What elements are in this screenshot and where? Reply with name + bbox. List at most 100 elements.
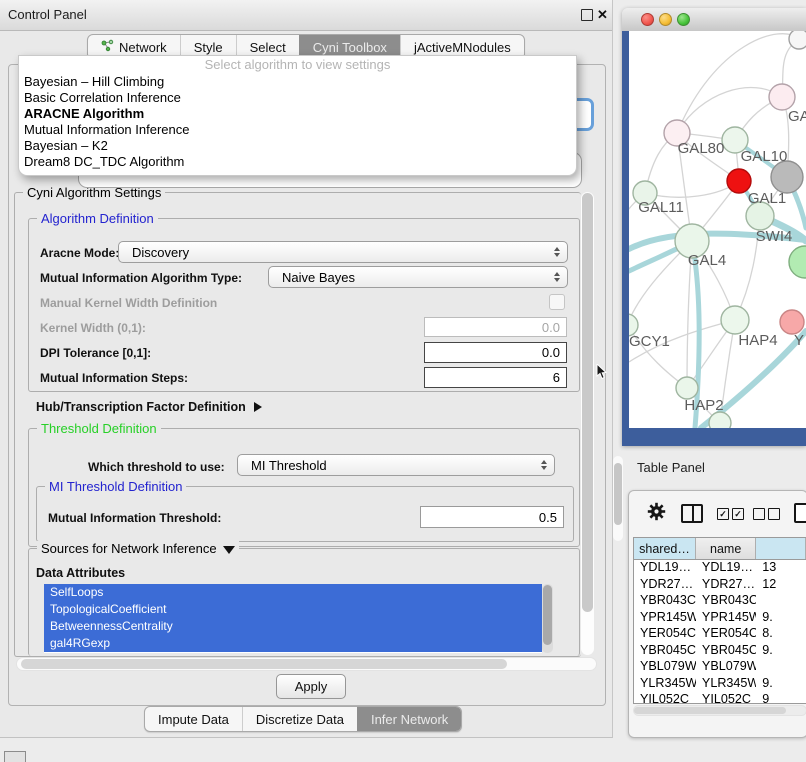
attribute-item-topologicalcoefficient[interactable]: TopologicalCoefficient bbox=[44, 601, 542, 618]
settings-vscrollbar-thumb[interactable] bbox=[582, 193, 593, 612]
network-edge[interactable] bbox=[677, 34, 799, 133]
mi-threshold-input[interactable]: 0.5 bbox=[420, 506, 564, 528]
apply-button[interactable]: Apply bbox=[276, 674, 346, 699]
mi-threshold-definition-legend: MI Threshold Definition bbox=[45, 479, 186, 494]
node-label: GAL bbox=[788, 108, 806, 125]
algorithm-option-mutual-information-inference[interactable]: Mutual Information Inference bbox=[19, 122, 576, 138]
float-window-icon[interactable] bbox=[581, 9, 593, 21]
table-cell: YBR043C bbox=[696, 593, 756, 610]
split-panel-icon[interactable] bbox=[681, 504, 703, 523]
gear-icon[interactable] bbox=[647, 502, 666, 521]
new-table-icon-partial[interactable] bbox=[794, 503, 806, 523]
tab-network-label: Network bbox=[119, 40, 167, 55]
table-cell: YIL052C bbox=[634, 692, 696, 704]
network-node[interactable] bbox=[789, 246, 806, 278]
table-row[interactable]: YBL079WYBL079W bbox=[634, 659, 806, 676]
control-panel-title: Control Panel bbox=[8, 0, 87, 30]
table-cell: 8. bbox=[756, 626, 806, 643]
hub-tf-definition-expander[interactable]: Hub/Transcription Factor Definition bbox=[36, 400, 262, 414]
network-edge[interactable] bbox=[645, 181, 739, 197]
bottom-tab-impute-data-label: Impute Data bbox=[158, 712, 229, 727]
zoom-traffic-light-icon[interactable] bbox=[677, 13, 690, 26]
minimize-traffic-light-icon[interactable] bbox=[659, 13, 672, 26]
dpi-tolerance-label: DPI Tolerance [0,1]: bbox=[40, 346, 151, 360]
control-panel-titlebar: Control Panel ✕ bbox=[0, 0, 612, 31]
close-traffic-light-icon[interactable] bbox=[641, 13, 654, 26]
network-node[interactable] bbox=[771, 161, 803, 193]
tab-select-label: Select bbox=[250, 40, 286, 55]
algorithm-option-dream8-dc-tdc-algorithm[interactable]: Dream8 DC_TDC Algorithm bbox=[19, 154, 576, 170]
table-cell: YER054C bbox=[696, 626, 756, 643]
algorithm-option-bayesian-k2[interactable]: Bayesian – K2 bbox=[19, 138, 576, 154]
table-row[interactable]: YER054CYER054C8. bbox=[634, 626, 806, 643]
corner-widget-partial bbox=[4, 751, 26, 762]
data-attributes-list[interactable]: SelfLoopsTopologicalCoefficientBetweenne… bbox=[44, 584, 542, 653]
bottom-tab-infer-network[interactable]: Infer Network bbox=[357, 707, 461, 731]
table-cell bbox=[756, 659, 806, 676]
network-canvas[interactable]: GALGAL80GAL10GAL1GAL11SWI4GAL4GCY1HAP4YH… bbox=[629, 31, 806, 428]
network-edge[interactable] bbox=[677, 88, 782, 133]
control-panel-scrollbar-thumb[interactable] bbox=[614, 463, 622, 525]
column-header-name[interactable]: name bbox=[696, 538, 756, 559]
table-row[interactable]: YDR27…YDR27…12 bbox=[634, 577, 806, 594]
expand-right-icon bbox=[254, 402, 262, 412]
table-row[interactable]: YIL052CYIL052C9 bbox=[634, 692, 806, 704]
network-node[interactable] bbox=[780, 310, 804, 334]
network-window-frame: GALGAL80GAL10GAL1GAL11SWI4GAL4GCY1HAP4YH… bbox=[622, 31, 806, 446]
network-icon bbox=[101, 39, 114, 55]
bottom-tab-infer-network-label: Infer Network bbox=[371, 712, 448, 727]
data-attributes-label: Data Attributes bbox=[36, 566, 125, 580]
collapse-down-icon bbox=[223, 546, 235, 554]
table-body: YDL19…YDL19…13YDR27…YDR27…12YBR043CYBR04… bbox=[634, 560, 806, 704]
close-icon[interactable]: ✕ bbox=[597, 0, 608, 29]
algorithm-option-bayesian-hill-climbing[interactable]: Bayesian – Hill Climbing bbox=[19, 74, 576, 90]
table-cell: 12 bbox=[756, 577, 806, 594]
network-node[interactable] bbox=[709, 412, 731, 428]
attributes-scrollbar-thumb[interactable] bbox=[543, 585, 552, 645]
table-cell: YDR27… bbox=[634, 577, 696, 594]
settings-hscrollbar-thumb[interactable] bbox=[21, 659, 507, 669]
attribute-item-betweennesscentrality[interactable]: BetweennessCentrality bbox=[44, 618, 542, 635]
mi-threshold-label: Mutual Information Threshold: bbox=[48, 511, 221, 525]
stepper-arrows-icon bbox=[554, 272, 560, 282]
select-all-columns-icon[interactable]: ✓✓ bbox=[717, 508, 747, 526]
column-header-shared[interactable]: shared… bbox=[634, 538, 696, 559]
network-node[interactable] bbox=[676, 377, 698, 399]
algorithm-option-basic-correlation-inference[interactable]: Basic Correlation Inference bbox=[19, 90, 576, 106]
network-node[interactable] bbox=[721, 306, 749, 334]
table-cell: YDR27… bbox=[696, 577, 756, 594]
node-label: Y bbox=[794, 332, 804, 349]
table-row[interactable]: YLR345WYLR345W9. bbox=[634, 676, 806, 693]
mi-steps-label: Mutual Information Steps: bbox=[40, 371, 188, 385]
algorithm-option-aracne-algorithm[interactable]: ARACNE Algorithm bbox=[19, 106, 576, 122]
attribute-item-gal4rgexp[interactable]: gal4RGexp bbox=[44, 635, 542, 652]
mi-steps-input[interactable]: 6 bbox=[424, 367, 567, 388]
network-node[interactable] bbox=[769, 84, 795, 110]
algorithm-dropdown-popup: Select algorithm to view settings Bayesi… bbox=[18, 55, 577, 176]
bottom-tab-impute-data[interactable]: Impute Data bbox=[145, 707, 242, 731]
table-cell: YBR043C bbox=[634, 593, 696, 610]
node-label: GAL11 bbox=[638, 199, 684, 216]
table-row[interactable]: YBR043CYBR043C bbox=[634, 593, 806, 610]
mi-algorithm-type-select[interactable]: Naive Bayes bbox=[268, 266, 568, 288]
aracne-mode-value: Discovery bbox=[132, 245, 189, 260]
table-cell: 9. bbox=[756, 610, 806, 627]
attribute-item-selfloops[interactable]: SelfLoops bbox=[44, 584, 542, 601]
aracne-mode-select[interactable]: Discovery bbox=[118, 241, 568, 263]
dpi-tolerance-input[interactable]: 0.0 bbox=[424, 342, 567, 363]
bottom-tab-discretize-data[interactable]: Discretize Data bbox=[242, 707, 357, 731]
deselect-all-columns-icon[interactable] bbox=[753, 508, 783, 526]
which-threshold-select[interactable]: MI Threshold bbox=[237, 454, 555, 476]
table-row[interactable]: YBR045CYBR045C9. bbox=[634, 643, 806, 660]
table-cell: 9. bbox=[756, 643, 806, 660]
manual-kernel-width-checkbox[interactable] bbox=[549, 294, 565, 310]
network-graph[interactable]: GALGAL80GAL10GAL1GAL11SWI4GAL4GCY1HAP4YH… bbox=[629, 31, 806, 428]
table-hscrollbar-thumb[interactable] bbox=[634, 707, 786, 714]
sources-legend[interactable]: Sources for Network Inference bbox=[37, 541, 239, 556]
network-node[interactable] bbox=[789, 31, 806, 49]
table-row[interactable]: YDL19…YDL19…13 bbox=[634, 560, 806, 577]
threshold-definition-legend: Threshold Definition bbox=[37, 421, 161, 436]
column-header-2[interactable] bbox=[756, 538, 806, 559]
table-row[interactable]: YPR145WYPR145W9. bbox=[634, 610, 806, 627]
kernel-width-input: 0.0 bbox=[424, 317, 567, 337]
